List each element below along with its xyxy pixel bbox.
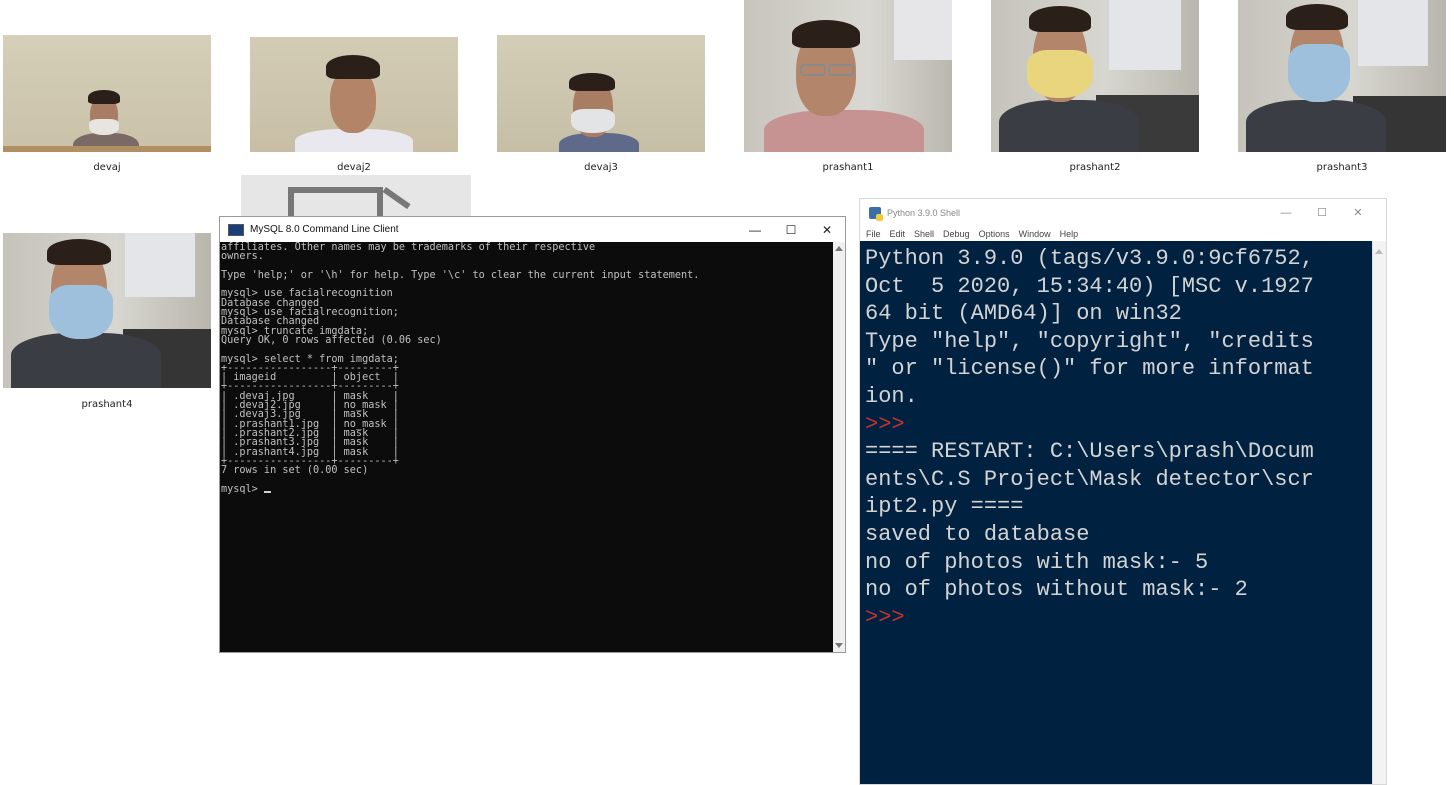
shell-output-line: ipt2.py ==== xyxy=(865,494,1024,520)
photo-image xyxy=(3,233,211,388)
console-line: Type 'help;' or '\h' for help. Type '\c'… xyxy=(221,269,700,281)
console-line: affiliates. Other names may be trademark… xyxy=(221,242,596,253)
menu-debug[interactable]: Debug xyxy=(943,229,970,239)
console-line: Query OK, 0 rows affected (0.06 sec) xyxy=(221,334,442,346)
shell-prompt: >>> xyxy=(865,604,905,630)
console-line: 7 rows in set (0.00 sec) xyxy=(221,465,369,477)
thumbnail-label: devaj xyxy=(93,162,121,173)
thumbnail-label: prashant4 xyxy=(81,399,133,410)
menu-window[interactable]: Window xyxy=(1019,229,1051,239)
shell-output-line: ==== RESTART: C:\Users\prash\Docum xyxy=(865,439,1314,465)
file-thumbnail-devaj2[interactable]: devaj2 xyxy=(250,37,458,175)
menu-bar: File Edit Shell Debug Options Window Hel… xyxy=(860,226,1386,241)
scroll-up-arrow-icon[interactable] xyxy=(835,246,843,251)
file-thumbnail-prashant2[interactable]: prashant2 xyxy=(991,0,1199,175)
text-cursor xyxy=(263,490,271,493)
minimize-button[interactable]: — xyxy=(737,217,773,242)
photo-image xyxy=(744,0,952,152)
vertical-scrollbar[interactable] xyxy=(1372,241,1386,784)
maximize-button[interactable]: ☐ xyxy=(1304,199,1340,226)
window-title: Python 3.9.0 Shell xyxy=(887,207,961,218)
close-button[interactable]: ✕ xyxy=(1340,199,1376,226)
python-app-icon xyxy=(869,206,883,221)
close-button[interactable]: ✕ xyxy=(809,217,845,242)
maximize-button[interactable]: ☐ xyxy=(773,217,809,242)
file-thumbnail-prashant1[interactable]: prashant1 xyxy=(744,0,952,175)
thumbnail-label: devaj2 xyxy=(337,162,371,173)
minimize-button[interactable]: — xyxy=(1268,199,1304,226)
file-thumbnail-prashant4[interactable]: prashant4 xyxy=(3,233,211,411)
menu-help[interactable]: Help xyxy=(1060,229,1079,239)
scroll-down-arrow-icon[interactable] xyxy=(835,643,843,648)
thumbnail-label: prashant1 xyxy=(822,162,874,173)
mysql-app-icon xyxy=(228,223,244,236)
thumbnail-label: devaj3 xyxy=(584,162,618,173)
mysql-client-window[interactable]: MySQL 8.0 Command Line Client — ☐ ✕ affi… xyxy=(219,216,846,653)
menu-edit[interactable]: Edit xyxy=(890,229,906,239)
photo-image xyxy=(250,37,458,152)
scroll-up-arrow-icon[interactable] xyxy=(1375,249,1383,254)
menu-options[interactable]: Options xyxy=(979,229,1010,239)
menu-shell[interactable]: Shell xyxy=(914,229,934,239)
mysql-console-output[interactable]: affiliates. Other names may be trademark… xyxy=(220,242,833,652)
thumbnail-label: prashant3 xyxy=(1316,162,1368,173)
console-prompt-line: mysql> xyxy=(221,483,833,495)
vertical-scrollbar[interactable] xyxy=(833,242,845,652)
shell-output-line: saved to database xyxy=(865,521,1090,547)
file-thumbnail-prashant3[interactable]: prashant3 xyxy=(1238,0,1446,175)
thumbnail-label: prashant2 xyxy=(1069,162,1121,173)
console-prompt: mysql> xyxy=(221,483,264,495)
window-titlebar[interactable]: Python 3.9.0 Shell — ☐ ✕ xyxy=(860,199,1386,226)
shell-output-line: no of photos with mask:- 5 xyxy=(865,549,1209,575)
console-line: owners. xyxy=(221,251,264,263)
menu-file[interactable]: File xyxy=(866,229,881,239)
shell-output-line: no of photos without mask:- 2 xyxy=(865,577,1248,603)
shell-output-line: 64 bit (AMD64)] on win32 xyxy=(865,301,1182,327)
window-title: MySQL 8.0 Command Line Client xyxy=(250,224,399,235)
python-shell-text-area[interactable]: Python 3.9.0 (tags/v3.9.0:9cf6752, Oct 5 … xyxy=(860,241,1373,784)
photo-image xyxy=(3,35,211,152)
shell-output-line: ents\C.S Project\Mask detector\scr xyxy=(865,466,1314,492)
shell-output-line: Type "help", "copyright", "credits xyxy=(865,328,1314,354)
shell-output-line: Oct 5 2020, 15:34:40) [MSC v.1927 xyxy=(865,273,1314,299)
shell-output-line: " or "license()" for more informat xyxy=(865,356,1314,382)
window-titlebar[interactable]: MySQL 8.0 Command Line Client — ☐ ✕ xyxy=(220,217,845,242)
photo-image xyxy=(1238,0,1446,152)
shell-output-line: Python 3.9.0 (tags/v3.9.0:9cf6752, xyxy=(865,246,1314,271)
shell-prompt: >>> xyxy=(865,411,905,437)
shell-output-line: ion. xyxy=(865,383,918,409)
file-thumbnail-devaj3[interactable]: devaj3 xyxy=(497,35,705,175)
photo-image xyxy=(991,0,1199,152)
python-shell-window[interactable]: Python 3.9.0 Shell — ☐ ✕ File Edit Shell… xyxy=(859,198,1387,785)
file-thumbnail-devaj[interactable]: devaj xyxy=(3,35,211,175)
file-thumbnail-generic[interactable] xyxy=(241,175,471,234)
photo-image xyxy=(497,35,705,152)
